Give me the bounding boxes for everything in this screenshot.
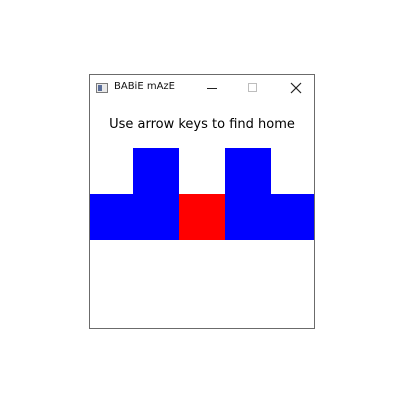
minimize-button[interactable] — [194, 75, 230, 102]
close-button[interactable] — [278, 75, 314, 102]
maze-wall — [90, 194, 179, 240]
close-icon — [290, 82, 302, 94]
app-window-icon[interactable] — [96, 83, 108, 93]
maze-wall — [133, 148, 179, 194]
maximize-icon — [248, 83, 257, 92]
window-title: BABiE mAzE — [114, 81, 175, 92]
instruction-text: Use arrow keys to find home — [109, 117, 295, 132]
game-window: BABiE mAzE Use arrow keys to find home — [89, 74, 315, 329]
game-canvas[interactable]: Use arrow keys to find home — [90, 102, 314, 328]
maze-wall — [225, 194, 314, 240]
minimize-icon — [207, 88, 217, 89]
title-bar[interactable]: BABiE mAzE — [90, 75, 314, 102]
maximize-button — [235, 75, 271, 102]
maze-wall — [225, 148, 271, 194]
player-square — [179, 194, 225, 240]
